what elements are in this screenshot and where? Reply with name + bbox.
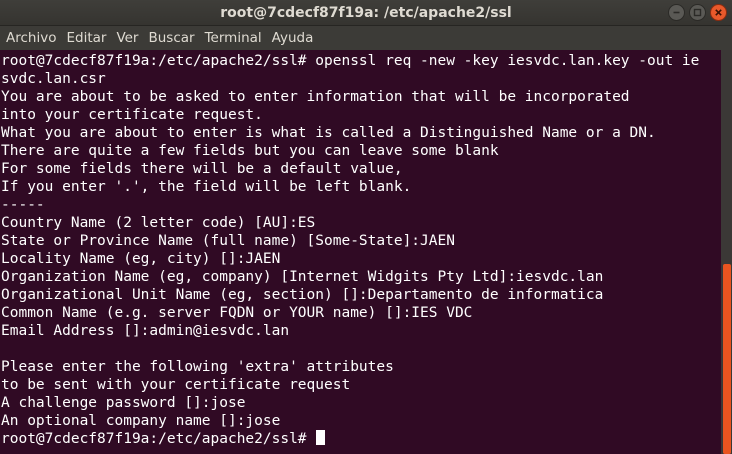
title-bar[interactable]: root@7cdecf87f19a: /etc/apache2/ssl	[0, 0, 732, 26]
scrollbar-thumb[interactable]	[723, 264, 731, 454]
terminal-line: If you enter '.', the field will be left…	[1, 179, 412, 195]
terminal-line: Please enter the following 'extra' attri…	[1, 359, 394, 375]
menu-bar: Archivo Editar Ver Buscar Terminal Ayuda	[0, 26, 732, 50]
terminal-line: Organizational Unit Name (eg, section) […	[1, 287, 604, 303]
menu-editar[interactable]: Editar	[66, 26, 106, 50]
menu-terminal[interactable]: Terminal	[205, 26, 262, 50]
terminal-prompt: root@7cdecf87f19a:/etc/apache2/ssl#	[1, 431, 316, 447]
close-button[interactable]	[710, 4, 727, 21]
terminal-window: root@7cdecf87f19a: /etc/apache2/ssl Arch…	[0, 0, 732, 454]
terminal-output[interactable]: root@7cdecf87f19a:/etc/apache2/ssl# open…	[0, 50, 721, 454]
menu-ver[interactable]: Ver	[116, 26, 138, 50]
terminal-line: What you are about to enter is what is c…	[1, 125, 656, 141]
menu-ayuda[interactable]: Ayuda	[272, 26, 314, 50]
terminal-line: Locality Name (eg, city) []:JAEN	[1, 251, 281, 267]
minimize-icon	[672, 8, 681, 17]
terminal-line: State or Province Name (full name) [Some…	[1, 233, 455, 249]
terminal-line: svdc.lan.csr	[1, 71, 106, 87]
terminal-line: to be sent with your certificate request	[1, 377, 351, 393]
terminal-line: -----	[1, 197, 45, 213]
maximize-icon	[693, 8, 702, 17]
terminal-line: Organization Name (eg, company) [Interne…	[1, 269, 604, 285]
close-icon	[714, 8, 723, 17]
window-title: root@7cdecf87f19a: /etc/apache2/ssl	[220, 5, 512, 21]
terminal-cursor	[316, 430, 326, 445]
terminal-line: Common Name (e.g. server FQDN or YOUR na…	[1, 305, 473, 321]
terminal-line: An optional company name []:jose	[1, 413, 281, 429]
terminal-line: You are about to be asked to enter infor…	[1, 89, 630, 105]
terminal-line: A challenge password []:jose	[1, 395, 246, 411]
terminal-line: There are quite a few fields but you can…	[1, 143, 499, 159]
terminal-line: For some fields there will be a default …	[1, 161, 403, 177]
menu-archivo[interactable]: Archivo	[6, 26, 56, 50]
terminal-scrollbar[interactable]	[721, 50, 732, 454]
terminal-line: Email Address []:admin@iesvdc.lan	[1, 323, 290, 339]
terminal-line: into your certificate request.	[1, 107, 263, 123]
terminal-line: Country Name (2 letter code) [AU]:ES	[1, 215, 316, 231]
minimize-button[interactable]	[668, 4, 685, 21]
maximize-button[interactable]	[689, 4, 706, 21]
terminal-line: root@7cdecf87f19a:/etc/apache2/ssl# open…	[1, 53, 700, 69]
menu-buscar[interactable]: Buscar	[148, 26, 194, 50]
terminal-prompt-line: root@7cdecf87f19a:/etc/apache2/ssl#	[1, 430, 326, 448]
